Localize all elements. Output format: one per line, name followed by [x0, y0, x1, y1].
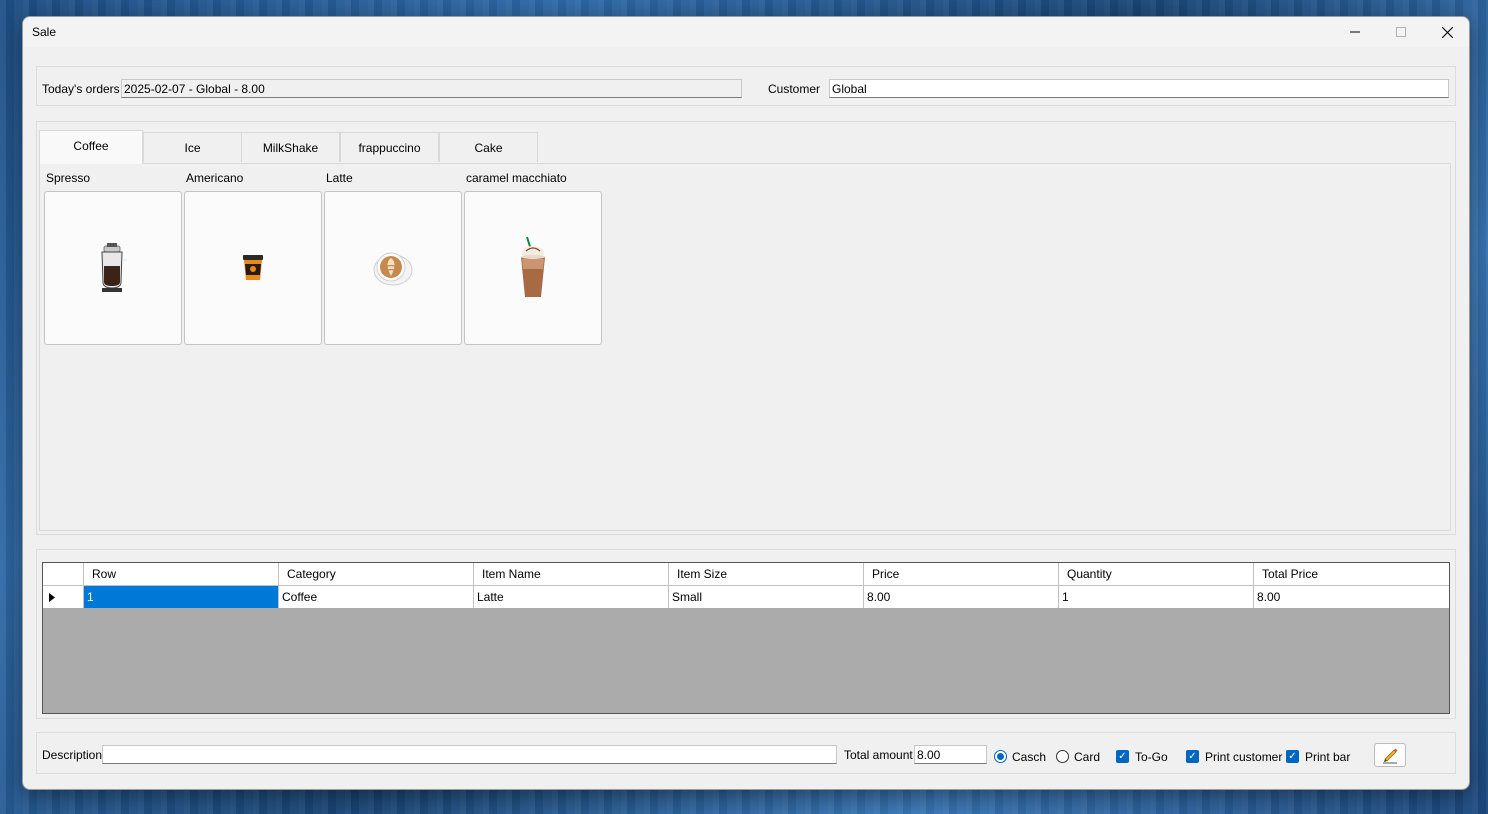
product-spresso-button[interactable] — [44, 191, 182, 345]
todays-orders-label: Today's orders — [42, 82, 120, 96]
tab-cake[interactable]: Cake — [439, 132, 538, 162]
total-amount-label: Total amount — [844, 748, 913, 762]
product-caramel-macchiato-button[interactable] — [464, 191, 602, 345]
window-title: Sale — [32, 25, 57, 39]
close-icon — [1441, 26, 1453, 38]
print-bar-checkbox[interactable]: ✓ — [1286, 750, 1299, 763]
cell-category[interactable]: Coffee — [279, 586, 474, 608]
description-field[interactable] — [102, 745, 837, 764]
cash-radio[interactable] — [994, 750, 1007, 763]
column-header-quantity[interactable]: Quantity — [1059, 563, 1254, 585]
customer-field[interactable]: Global — [829, 79, 1449, 98]
table-row[interactable]: 1 Coffee Latte Small 8.00 1 8.00 — [43, 586, 1449, 608]
latte-art-cup-icon — [373, 252, 413, 286]
order-grid[interactable]: Row Category Item Name Item Size Price Q… — [42, 562, 1450, 714]
product-label-americano: Americano — [186, 171, 244, 185]
edit-button[interactable] — [1374, 743, 1406, 767]
row-selector[interactable] — [43, 586, 84, 608]
print-customer-label[interactable]: Print customer — [1205, 750, 1282, 764]
card-radio-label[interactable]: Card — [1074, 750, 1100, 764]
minimize-icon — [1350, 31, 1360, 33]
todays-orders-field[interactable]: 2025-02-07 - Global - 8.00 — [121, 79, 742, 98]
iced-drink-icon — [521, 236, 545, 297]
product-americano-button[interactable] — [184, 191, 322, 345]
print-customer-checkbox[interactable]: ✓ — [1186, 750, 1199, 763]
column-header-total-price[interactable]: Total Price — [1254, 563, 1449, 585]
product-label-latte: Latte — [326, 171, 353, 185]
tab-coffee[interactable]: Coffee — [39, 130, 143, 164]
sale-window: Sale Today's orders 2025-02-07 - Global … — [22, 16, 1470, 790]
column-header-item-name[interactable]: Item Name — [474, 563, 669, 585]
cell-item-name[interactable]: Latte — [474, 586, 669, 608]
maximize-button — [1378, 17, 1424, 47]
cash-radio-label[interactable]: Casch — [1012, 750, 1046, 764]
tab-ice[interactable]: Ice — [143, 132, 242, 162]
title-bar[interactable]: Sale — [23, 17, 1469, 47]
cell-total-price[interactable]: 8.00 — [1254, 586, 1449, 608]
column-header-item-size[interactable]: Item Size — [669, 563, 864, 585]
minimize-button[interactable] — [1332, 17, 1378, 47]
takeaway-cup-icon — [243, 255, 263, 280]
espresso-glass-icon — [101, 243, 127, 292]
cell-price[interactable]: 8.00 — [864, 586, 1059, 608]
cell-row[interactable]: 1 — [84, 586, 279, 608]
to-go-label[interactable]: To-Go — [1135, 750, 1168, 764]
maximize-icon — [1396, 27, 1406, 37]
current-row-arrow-icon — [49, 592, 55, 602]
column-header-price[interactable]: Price — [864, 563, 1059, 585]
total-amount-field[interactable]: 8.00 — [914, 745, 987, 764]
tab-milkshake[interactable]: MilkShake — [241, 132, 340, 162]
cell-item-size[interactable]: Small — [669, 586, 864, 608]
description-label: Description — [42, 748, 103, 762]
row-header-corner — [43, 563, 84, 585]
column-header-row[interactable]: Row — [84, 563, 279, 585]
card-radio[interactable] — [1056, 750, 1069, 763]
print-bar-label[interactable]: Print bar — [1305, 750, 1350, 764]
column-header-category[interactable]: Category — [279, 563, 474, 585]
close-button[interactable] — [1424, 17, 1469, 47]
pencil-icon — [1383, 748, 1398, 764]
grid-header: Row Category Item Name Item Size Price Q… — [43, 563, 1449, 586]
product-latte-button[interactable] — [324, 191, 462, 345]
product-label-caramel-macchiato: caramel macchiato — [466, 171, 567, 185]
product-label-spresso: Spresso — [46, 171, 91, 185]
cell-quantity[interactable]: 1 — [1059, 586, 1254, 608]
tab-frappuccino[interactable]: frappuccino — [340, 132, 439, 162]
to-go-checkbox[interactable]: ✓ — [1116, 750, 1129, 763]
customer-label: Customer — [768, 82, 821, 96]
